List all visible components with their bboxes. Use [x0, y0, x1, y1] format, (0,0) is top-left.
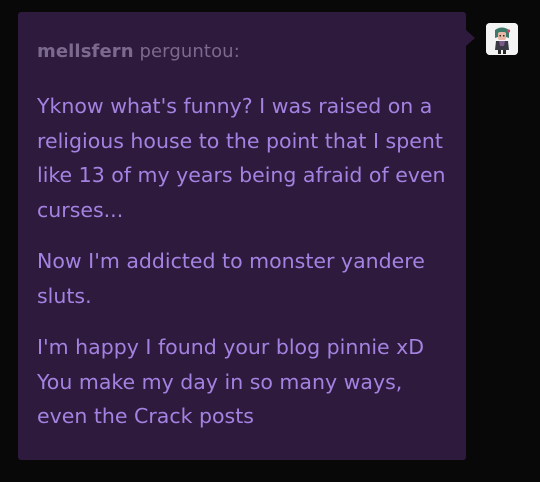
- user-avatar-icon[interactable]: [486, 23, 518, 55]
- asker-line: mellsfern perguntou:: [37, 42, 446, 62]
- message-paragraph: Now I'm addicted to monster yandere slut…: [37, 249, 425, 308]
- bubble-tail: [466, 30, 475, 46]
- asker-verb: perguntou:: [139, 41, 240, 62]
- ask-post: mellsfern perguntou: Yknow what's funny?…: [0, 0, 540, 482]
- ask-message: Yknow what's funny? I was raised on a re…: [37, 89, 446, 434]
- ask-bubble: mellsfern perguntou: Yknow what's funny?…: [18, 12, 466, 460]
- asker-name-link[interactable]: mellsfern: [37, 41, 134, 62]
- message-paragraph: Yknow what's funny? I was raised on a re…: [37, 94, 446, 222]
- message-paragraph: I'm happy I found your blog pinnie xD Yo…: [37, 335, 425, 428]
